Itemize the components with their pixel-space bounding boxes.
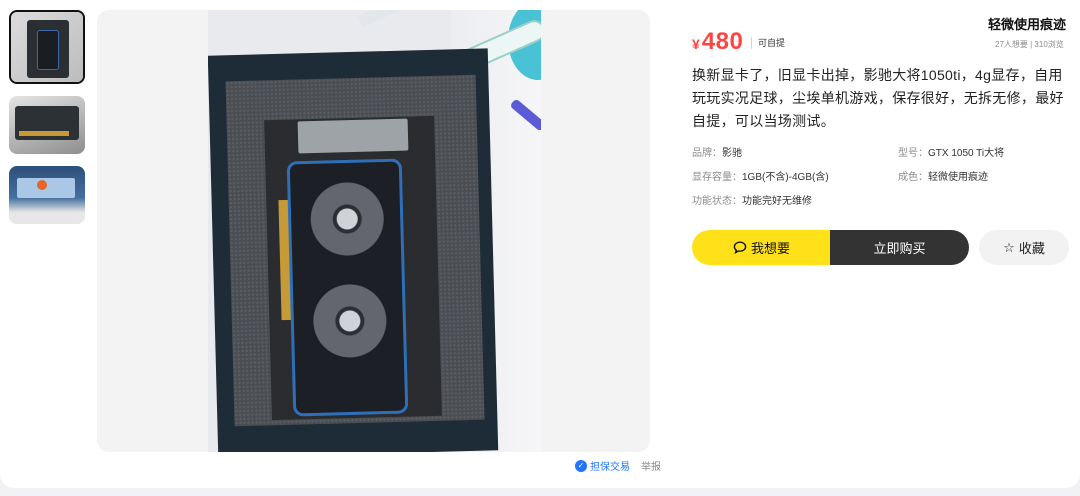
chat-bubble-icon xyxy=(733,241,747,254)
listing-card: ✓ 担保交易 举报 ¥ 480 可自提 轻微使用痕迹 27人想要 | 310浏览… xyxy=(0,0,1080,488)
graphics-card xyxy=(286,158,409,417)
condition-label: 轻微使用痕迹 xyxy=(988,17,1067,32)
pickup-tag: 可自提 xyxy=(751,37,785,49)
thumbnail-1[interactable] xyxy=(9,10,85,84)
star-icon: ☆ xyxy=(1003,240,1015,255)
attr-model: 型号：GTX 1050 Ti大将 xyxy=(898,148,1005,159)
attr-function: 功能状态：功能完好无维修 xyxy=(692,196,812,207)
favorite-button[interactable]: ☆ 收藏 xyxy=(979,230,1069,265)
product-photo xyxy=(208,10,541,452)
buy-now-button[interactable]: 立即购买 xyxy=(830,230,969,265)
attr-brand: 品牌：影驰 xyxy=(692,148,742,159)
price: ¥ 480 xyxy=(692,28,743,56)
main-image-viewer[interactable] xyxy=(97,10,650,452)
thumbnail-3[interactable] xyxy=(9,166,85,224)
buy-button-label: 立即购买 xyxy=(873,241,926,256)
report-link[interactable]: 举报 xyxy=(641,458,661,473)
thumbnail-2[interactable] xyxy=(9,96,85,154)
condition-badge: 轻微使用痕迹 xyxy=(988,14,1067,33)
listing-stats: 27人想要 | 310浏览 xyxy=(995,40,1064,49)
want-button[interactable]: 我想要 xyxy=(692,230,831,265)
assurance-link[interactable]: 担保交易 xyxy=(590,458,630,473)
price-value: 480 xyxy=(701,28,744,55)
thumbnail-image xyxy=(9,96,85,154)
thumbnail-strip xyxy=(9,10,87,236)
currency-symbol: ¥ xyxy=(692,36,700,52)
description: 换新显卡了，旧显卡出掉，影驰大将1050ti，4g显存，自用玩玩实况足球，尘埃单… xyxy=(692,67,1064,129)
assurance-row: ✓ 担保交易 举报 xyxy=(575,458,661,473)
shield-icon: ✓ xyxy=(575,459,587,472)
thumbnail-image xyxy=(11,12,83,82)
want-button-label: 我想要 xyxy=(750,241,790,256)
favorite-button-label: 收藏 xyxy=(1018,241,1045,256)
attr-memory: 显存容量：1GB(不含)-4GB(含) xyxy=(692,172,829,183)
thumbnail-image xyxy=(9,166,85,224)
attr-condition: 成色：轻微使用痕迹 xyxy=(898,172,988,183)
